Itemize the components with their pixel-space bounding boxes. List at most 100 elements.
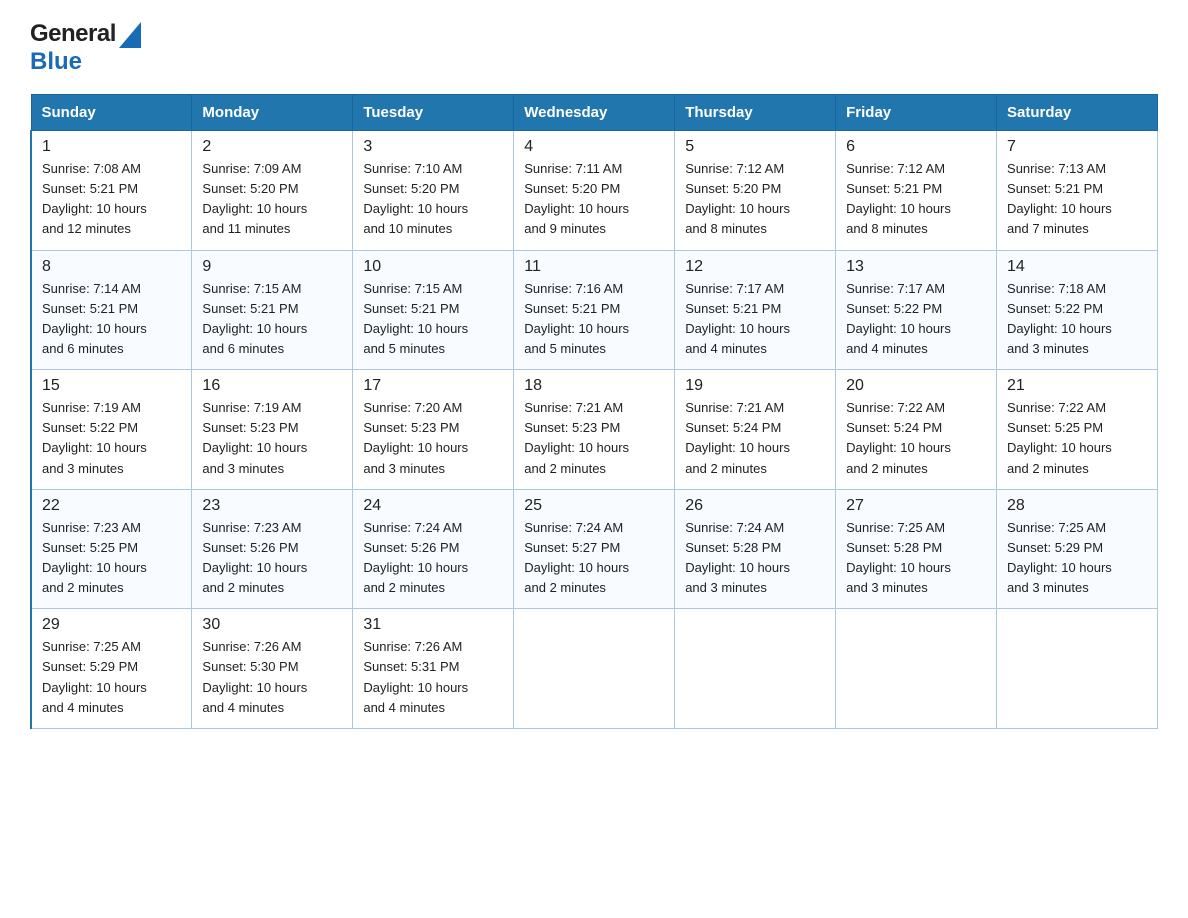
day-detail: Sunrise: 7:21 AMSunset: 5:23 PMDaylight:… (524, 398, 664, 479)
calendar-cell: 6 Sunrise: 7:12 AMSunset: 5:21 PMDaylight… (836, 131, 997, 251)
calendar-cell: 8 Sunrise: 7:14 AMSunset: 5:21 PMDaylight… (31, 250, 192, 370)
day-number: 19 (685, 377, 825, 395)
calendar-cell: 11 Sunrise: 7:16 AMSunset: 5:21 PMDayligh… (514, 250, 675, 370)
calendar-cell: 10 Sunrise: 7:15 AMSunset: 5:21 PMDayligh… (353, 250, 514, 370)
day-detail: Sunrise: 7:08 AMSunset: 5:21 PMDaylight:… (42, 159, 181, 240)
day-number: 31 (363, 616, 503, 634)
day-number: 26 (685, 497, 825, 515)
day-number: 16 (202, 377, 342, 395)
day-detail: Sunrise: 7:10 AMSunset: 5:20 PMDaylight:… (363, 159, 503, 240)
calendar-cell: 12 Sunrise: 7:17 AMSunset: 5:21 PMDayligh… (675, 250, 836, 370)
calendar-cell: 3 Sunrise: 7:10 AMSunset: 5:20 PMDaylight… (353, 131, 514, 251)
logo-blue-text: Blue (30, 48, 82, 75)
calendar-cell: 27Sunrise: 7:25 AMSunset: 5:28 PMDayligh… (836, 489, 997, 609)
day-detail: Sunrise: 7:25 AMSunset: 5:29 PMDaylight:… (42, 637, 181, 718)
day-detail: Sunrise: 7:26 AMSunset: 5:30 PMDaylight:… (202, 637, 342, 718)
calendar-cell: 24 Sunrise: 7:24 AMSunset: 5:26 PMDayligh… (353, 489, 514, 609)
week-row-3: 15 Sunrise: 7:19 AMSunset: 5:22 PMDayligh… (31, 370, 1158, 490)
day-detail: Sunrise: 7:11 AMSunset: 5:20 PMDaylight:… (524, 159, 664, 240)
day-number: 29 (42, 616, 181, 634)
day-detail: Sunrise: 7:17 AMSunset: 5:22 PMDaylight:… (846, 279, 986, 360)
day-detail: Sunrise: 7:15 AMSunset: 5:21 PMDaylight:… (363, 279, 503, 360)
logo-triangle-icon (119, 22, 141, 48)
day-detail: Sunrise: 7:23 AMSunset: 5:26 PMDaylight:… (202, 518, 342, 599)
day-detail: Sunrise: 7:26 AMSunset: 5:31 PMDaylight:… (363, 637, 503, 718)
calendar-cell (836, 609, 997, 729)
day-detail: Sunrise: 7:24 AMSunset: 5:28 PMDaylight:… (685, 518, 825, 599)
calendar-cell: 28 Sunrise: 7:25 AMSunset: 5:29 PMDayligh… (997, 489, 1158, 609)
day-number: 15 (42, 377, 181, 395)
logo: General Blue (30, 20, 141, 76)
day-number: 27 (846, 497, 986, 515)
day-number: 9 (202, 258, 342, 276)
day-number: 24 (363, 497, 503, 515)
day-detail: Sunrise: 7:24 AMSunset: 5:26 PMDaylight:… (363, 518, 503, 599)
day-number: 6 (846, 138, 986, 156)
day-number: 30 (202, 616, 342, 634)
calendar-cell: 19Sunrise: 7:21 AMSunset: 5:24 PMDayligh… (675, 370, 836, 490)
day-detail: Sunrise: 7:12 AMSunset: 5:20 PMDaylight:… (685, 159, 825, 240)
day-detail: Sunrise: 7:19 AMSunset: 5:22 PMDaylight:… (42, 398, 181, 479)
weekday-header-saturday: Saturday (997, 95, 1158, 131)
weekday-header-monday: Monday (192, 95, 353, 131)
day-detail: Sunrise: 7:23 AMSunset: 5:25 PMDaylight:… (42, 518, 181, 599)
day-detail: Sunrise: 7:20 AMSunset: 5:23 PMDaylight:… (363, 398, 503, 479)
day-detail: Sunrise: 7:19 AMSunset: 5:23 PMDaylight:… (202, 398, 342, 479)
day-number: 12 (685, 258, 825, 276)
calendar-cell: 17 Sunrise: 7:20 AMSunset: 5:23 PMDayligh… (353, 370, 514, 490)
calendar-cell: 5Sunrise: 7:12 AMSunset: 5:20 PMDaylight… (675, 131, 836, 251)
calendar-cell (997, 609, 1158, 729)
calendar-cell: 7 Sunrise: 7:13 AMSunset: 5:21 PMDaylight… (997, 131, 1158, 251)
week-row-2: 8 Sunrise: 7:14 AMSunset: 5:21 PMDaylight… (31, 250, 1158, 370)
day-detail: Sunrise: 7:22 AMSunset: 5:24 PMDaylight:… (846, 398, 986, 479)
week-row-1: 1 Sunrise: 7:08 AMSunset: 5:21 PMDaylight… (31, 131, 1158, 251)
week-row-5: 29 Sunrise: 7:25 AMSunset: 5:29 PMDayligh… (31, 609, 1158, 729)
week-row-4: 22 Sunrise: 7:23 AMSunset: 5:25 PMDayligh… (31, 489, 1158, 609)
day-number: 17 (363, 377, 503, 395)
calendar-cell: 16 Sunrise: 7:19 AMSunset: 5:23 PMDayligh… (192, 370, 353, 490)
day-number: 4 (524, 138, 664, 156)
day-number: 1 (42, 138, 181, 156)
day-number: 28 (1007, 497, 1147, 515)
weekday-header-friday: Friday (836, 95, 997, 131)
day-detail: Sunrise: 7:17 AMSunset: 5:21 PMDaylight:… (685, 279, 825, 360)
calendar-cell (675, 609, 836, 729)
weekday-header-row: SundayMondayTuesdayWednesdayThursdayFrid… (31, 95, 1158, 131)
day-number: 22 (42, 497, 181, 515)
weekday-header-tuesday: Tuesday (353, 95, 514, 131)
logo-general-text: General (30, 20, 116, 48)
calendar-cell: 1 Sunrise: 7:08 AMSunset: 5:21 PMDaylight… (31, 131, 192, 251)
day-detail: Sunrise: 7:18 AMSunset: 5:22 PMDaylight:… (1007, 279, 1147, 360)
calendar-cell: 18Sunrise: 7:21 AMSunset: 5:23 PMDayligh… (514, 370, 675, 490)
day-number: 2 (202, 138, 342, 156)
day-number: 8 (42, 258, 181, 276)
day-detail: Sunrise: 7:15 AMSunset: 5:21 PMDaylight:… (202, 279, 342, 360)
day-detail: Sunrise: 7:25 AMSunset: 5:29 PMDaylight:… (1007, 518, 1147, 599)
day-number: 21 (1007, 377, 1147, 395)
day-number: 11 (524, 258, 664, 276)
calendar-cell: 14Sunrise: 7:18 AMSunset: 5:22 PMDayligh… (997, 250, 1158, 370)
calendar-cell (514, 609, 675, 729)
calendar-cell: 23 Sunrise: 7:23 AMSunset: 5:26 PMDayligh… (192, 489, 353, 609)
calendar-cell: 20 Sunrise: 7:22 AMSunset: 5:24 PMDayligh… (836, 370, 997, 490)
page-header: General Blue (30, 20, 1158, 76)
calendar-cell: 13 Sunrise: 7:17 AMSunset: 5:22 PMDayligh… (836, 250, 997, 370)
day-number: 3 (363, 138, 503, 156)
day-detail: Sunrise: 7:12 AMSunset: 5:21 PMDaylight:… (846, 159, 986, 240)
calendar-cell: 25Sunrise: 7:24 AMSunset: 5:27 PMDayligh… (514, 489, 675, 609)
day-number: 10 (363, 258, 503, 276)
calendar-cell: 29 Sunrise: 7:25 AMSunset: 5:29 PMDayligh… (31, 609, 192, 729)
calendar-cell: 9 Sunrise: 7:15 AMSunset: 5:21 PMDaylight… (192, 250, 353, 370)
calendar-cell: 26 Sunrise: 7:24 AMSunset: 5:28 PMDayligh… (675, 489, 836, 609)
day-number: 23 (202, 497, 342, 515)
day-number: 7 (1007, 138, 1147, 156)
calendar-cell: 22 Sunrise: 7:23 AMSunset: 5:25 PMDayligh… (31, 489, 192, 609)
day-detail: Sunrise: 7:14 AMSunset: 5:21 PMDaylight:… (42, 279, 181, 360)
day-detail: Sunrise: 7:09 AMSunset: 5:20 PMDaylight:… (202, 159, 342, 240)
day-detail: Sunrise: 7:16 AMSunset: 5:21 PMDaylight:… (524, 279, 664, 360)
calendar-cell: 21Sunrise: 7:22 AMSunset: 5:25 PMDayligh… (997, 370, 1158, 490)
day-number: 20 (846, 377, 986, 395)
day-detail: Sunrise: 7:13 AMSunset: 5:21 PMDaylight:… (1007, 159, 1147, 240)
calendar-cell: 2 Sunrise: 7:09 AMSunset: 5:20 PMDaylight… (192, 131, 353, 251)
day-number: 13 (846, 258, 986, 276)
